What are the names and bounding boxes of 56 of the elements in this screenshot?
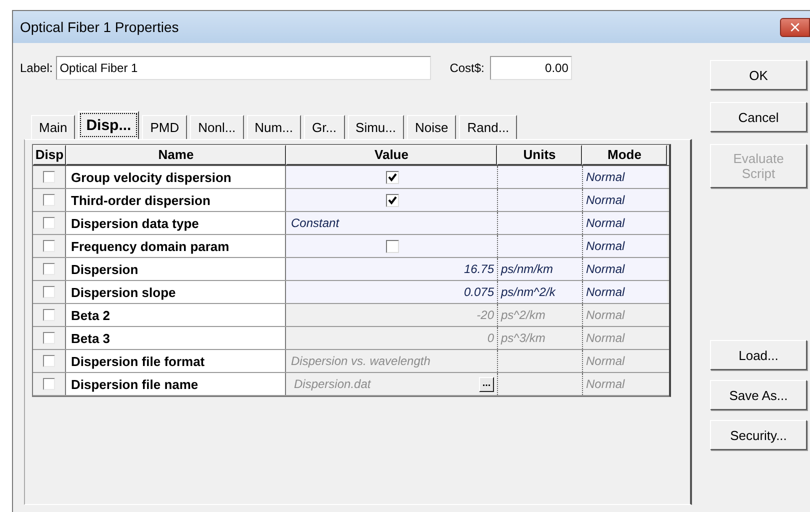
table-cell: Dispersion data type	[66, 212, 286, 234]
table-cell: 0.075	[286, 281, 497, 303]
table-cell: Frequency domain param	[66, 235, 286, 257]
tab[interactable]: PMD	[142, 115, 188, 139]
table-cell: Dispersion	[66, 258, 286, 280]
tab[interactable]: Num...	[246, 115, 301, 139]
checkbox[interactable]	[43, 286, 55, 298]
column-header: Mode	[582, 145, 667, 165]
label-field[interactable]: Optical Fiber 1	[56, 56, 431, 80]
checkbox[interactable]	[43, 263, 55, 275]
table-cell: Normal	[582, 166, 667, 188]
column-header: Name	[66, 145, 286, 165]
table-cell: Normal	[582, 189, 667, 211]
table-cell: Beta 2	[66, 304, 286, 326]
table-cell: Dispersion file format	[66, 350, 286, 372]
tab[interactable]: Rand...	[459, 115, 518, 139]
close-button[interactable]: ×	[780, 18, 810, 36]
column-header: Units	[497, 145, 582, 165]
cost-label: Cost$:	[450, 61, 484, 75]
table-cell: ps/nm/km	[497, 258, 582, 280]
tab[interactable]: Nonl...	[190, 115, 244, 139]
tab[interactable]: Noise	[407, 115, 456, 139]
table-cell: Beta 3	[66, 327, 286, 349]
table-cell: Constant	[286, 212, 497, 234]
checkbox[interactable]	[43, 171, 55, 183]
tab[interactable]: Gr...	[304, 115, 345, 139]
column-header: Disp	[33, 145, 66, 165]
table-cell: Normal	[582, 281, 667, 303]
tab[interactable]: Simu...	[348, 115, 404, 139]
dialog-button[interactable]: OK	[710, 60, 807, 90]
table-cell: Dispersion file name	[66, 373, 286, 395]
window-title: Optical Fiber 1 Properties	[20, 19, 179, 35]
dialog-button[interactable]: Save As...	[710, 380, 807, 410]
dialog-button[interactable]: Security...	[710, 420, 807, 450]
label-label: Label:	[20, 61, 53, 75]
tab[interactable]: Disp...	[78, 111, 140, 139]
table-cell: Normal	[582, 258, 667, 280]
file-name-text: Dispersion.dat	[294, 377, 371, 391]
checkbox[interactable]	[43, 217, 55, 229]
table-cell: Group velocity dispersion	[66, 166, 286, 188]
cost-field[interactable]: 0.00	[490, 56, 572, 80]
dialog-button[interactable]: Cancel	[710, 102, 807, 132]
checkbox[interactable]	[43, 240, 55, 252]
column-header: Value	[286, 145, 497, 165]
checkbox[interactable]	[43, 194, 55, 206]
table-cell: Normal	[582, 235, 667, 257]
table-cell: 16.75	[286, 258, 497, 280]
table-cell: Third-order dispersion	[66, 189, 286, 211]
checkbox[interactable]	[386, 170, 399, 184]
table-cell: Dispersion slope	[66, 281, 286, 303]
checkbox[interactable]	[386, 240, 399, 252]
table-cell: ps/nm^2/k	[497, 281, 582, 303]
checkbox[interactable]	[386, 194, 399, 206]
table-cell: Normal	[582, 212, 667, 234]
dialog-button[interactable]: Load...	[710, 340, 807, 370]
tab[interactable]: Main	[31, 115, 76, 139]
